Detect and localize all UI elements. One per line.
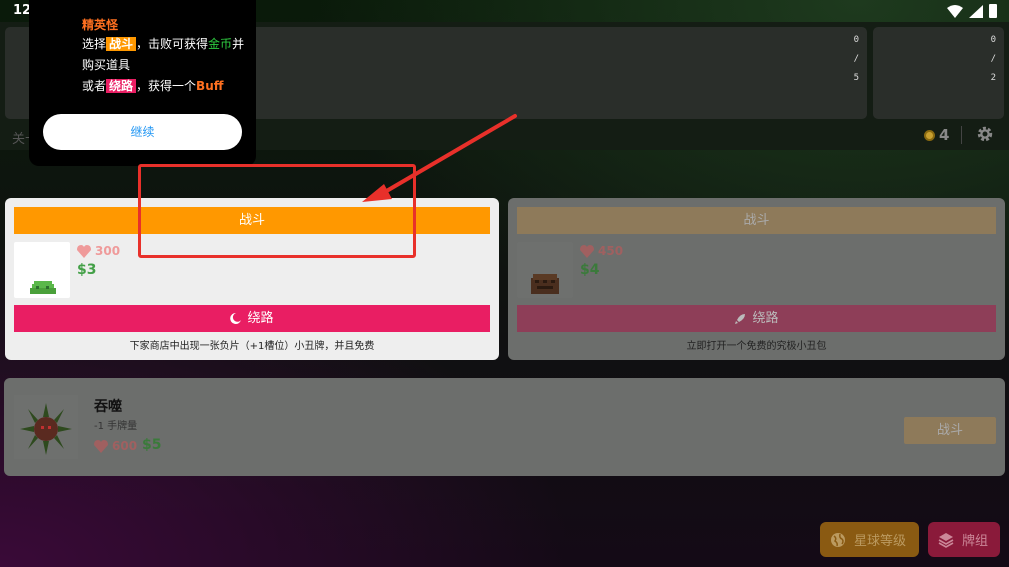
globe-icon <box>831 532 845 547</box>
reward-value: $5 <box>142 437 162 453</box>
slime-icon <box>14 242 70 298</box>
moon-icon <box>230 313 242 324</box>
heart-icon <box>580 244 594 258</box>
skip-button[interactable]: 绕路 <box>517 305 996 332</box>
heart-icon <box>94 439 108 453</box>
signal-icon <box>969 4 983 18</box>
annotation-highlight-box <box>138 164 416 258</box>
tutorial-popup: 😎 精英怪 选择 战斗 ，击败可获得金币并购买道具 或者 绕路 ，获得一个Buff 继续 <box>29 0 256 166</box>
hands-separator: / <box>990 54 996 64</box>
blind-card-next: 战斗 450 $4 绕路 立即打开一个免费的究极小丑包 <box>508 198 1005 360</box>
skip-tag: 绕路 <box>106 79 137 93</box>
heart-icon <box>77 244 91 258</box>
rock-sprite <box>531 274 559 294</box>
tutorial-body: 选择 战斗 ，击败可获得金币并购买道具 或者 绕路 ，获得一个Buff <box>82 37 245 93</box>
planet-level-button[interactable]: 星球等级 <box>820 522 919 557</box>
boss-card: 吞噬 -1 手牌量 600 $5 战斗 <box>4 378 1005 476</box>
sunglasses-emoji-icon: 😎 <box>42 15 65 40</box>
score-separator: / <box>853 54 859 64</box>
hp-display: 450 <box>580 244 623 258</box>
tutorial-title: 精英怪 <box>82 18 119 32</box>
buff-text: Buff <box>196 79 224 93</box>
hands-value-2: 2 <box>990 73 996 83</box>
boss-sprite <box>20 403 72 455</box>
hands-value-1: 0 <box>990 35 996 45</box>
boss-fight-button[interactable]: 战斗 <box>904 417 996 444</box>
fight-button[interactable]: 战斗 <box>517 207 996 234</box>
boss-name: 吞噬 <box>94 399 122 415</box>
money-display: 4 <box>924 126 949 144</box>
settings-gear-icon[interactable] <box>976 125 994 143</box>
planet-level-label: 星球等级 <box>854 534 907 549</box>
hp-value: 600 <box>112 439 138 453</box>
score-value-2: 5 <box>853 73 859 83</box>
layers-icon <box>938 532 954 548</box>
skip-reward-description: 下家商店中出现一张负片（+1槽位）小丑牌，并且免费 <box>129 341 375 352</box>
system-icons <box>947 4 997 18</box>
divider <box>961 126 962 144</box>
hands-panel: 0 / 2 <box>873 27 1004 119</box>
coin-icon <box>924 129 935 141</box>
skip-label: 绕路 <box>247 311 274 326</box>
reward-value: $3 <box>77 262 97 278</box>
boss-monster-icon <box>14 395 78 459</box>
boss-effect: -1 手牌量 <box>94 421 138 432</box>
skip-reward-description: 立即打开一个免费的究极小丑包 <box>686 341 827 352</box>
slime-sprite <box>30 281 56 294</box>
battery-icon <box>989 4 997 18</box>
skip-button[interactable]: 绕路 <box>14 305 490 332</box>
hp-value: 300 <box>95 244 121 258</box>
fight-tag: 战斗 <box>106 37 137 51</box>
money-value: 4 <box>939 126 950 144</box>
continue-button[interactable]: 继续 <box>43 114 242 150</box>
reward-value: $4 <box>580 262 600 278</box>
wifi-icon <box>947 4 963 18</box>
rock-monster-icon <box>517 242 573 298</box>
score-value-1: 0 <box>853 35 859 45</box>
hp-value: 450 <box>598 244 624 258</box>
gold-text: 金币 <box>208 37 233 51</box>
hp-display: 600 <box>94 439 137 453</box>
skip-label: 绕路 <box>752 311 779 326</box>
deck-button[interactable]: 牌组 <box>928 522 1000 557</box>
rocket-icon <box>735 313 746 324</box>
hp-display: 300 <box>77 244 120 258</box>
deck-label: 牌组 <box>962 534 989 549</box>
